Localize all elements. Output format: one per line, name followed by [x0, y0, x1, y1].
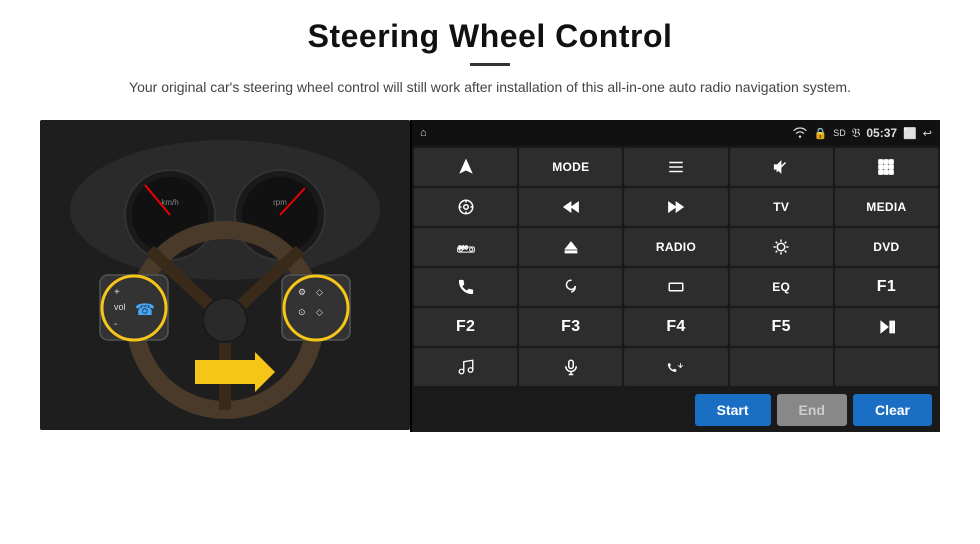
steering-wheel-svg: km/h rpm + v — [40, 120, 410, 430]
apps-button[interactable] — [835, 148, 938, 186]
svg-text:+: + — [114, 287, 120, 298]
page-container: Steering Wheel Control Your original car… — [0, 0, 980, 544]
eject-button[interactable] — [519, 228, 622, 266]
bluetooth-icon: 𝔅 — [852, 126, 861, 141]
music-button[interactable] — [414, 348, 517, 386]
phone-sound-button[interactable] — [624, 348, 727, 386]
svg-text:☎: ☎ — [135, 302, 155, 319]
svg-text:-: - — [114, 319, 117, 330]
title-section: Steering Wheel Control Your original car… — [129, 18, 851, 98]
f3-button[interactable]: F3 — [519, 308, 622, 346]
settings-button[interactable] — [414, 188, 517, 226]
extra-btn-5[interactable] — [835, 348, 938, 386]
microphone-button[interactable] — [519, 348, 622, 386]
sd-icon: SD — [833, 128, 846, 138]
svg-text:vol: vol — [114, 302, 126, 312]
nav-button[interactable] — [414, 148, 517, 186]
wifi-icon — [793, 126, 807, 141]
phone-button[interactable] — [414, 268, 517, 306]
svg-text:◇: ◇ — [316, 287, 323, 297]
svg-text:rpm: rpm — [273, 198, 287, 207]
tv-button[interactable]: TV — [730, 188, 833, 226]
steering-wheel-image: km/h rpm + v — [40, 120, 410, 430]
svg-text:◇: ◇ — [316, 307, 323, 317]
content-area: km/h rpm + v — [40, 120, 940, 432]
lock-icon: 🔒 — [813, 127, 827, 140]
f1-button[interactable]: F1 — [835, 268, 938, 306]
mode-button[interactable]: MODE — [519, 148, 622, 186]
f5-button[interactable]: F5 — [730, 308, 833, 346]
page-title: Steering Wheel Control — [129, 18, 851, 55]
svg-text:km/h: km/h — [161, 198, 178, 207]
status-time: 05:37 — [866, 126, 897, 140]
status-bar-right: 🔒 SD 𝔅 05:37 ⬜ ↩ — [793, 126, 932, 141]
button-grid: MODE — [412, 146, 940, 388]
start-button[interactable]: Start — [695, 394, 771, 426]
title-divider — [470, 63, 510, 66]
android-panel: ⌂ 🔒 SD 𝔅 05:37 ⬜ ↩ — [410, 120, 940, 432]
svg-text:⊙: ⊙ — [298, 307, 306, 317]
clear-button[interactable]: Clear — [853, 394, 932, 426]
play-pause-button[interactable] — [835, 308, 938, 346]
swirl-button[interactable] — [519, 268, 622, 306]
home-icon: ⌂ — [420, 127, 427, 139]
end-button[interactable]: End — [777, 394, 847, 426]
mute-button[interactable] — [730, 148, 833, 186]
f4-button[interactable]: F4 — [624, 308, 727, 346]
page-subtitle: Your original car's steering wheel contr… — [129, 76, 851, 98]
fast-forward-button[interactable] — [624, 188, 727, 226]
cast-icon: ⬜ — [903, 127, 917, 140]
svg-text:⚙: ⚙ — [298, 287, 306, 297]
media-button[interactable]: MEDIA — [835, 188, 938, 226]
radio-button[interactable]: RADIO — [624, 228, 727, 266]
f2-button[interactable]: F2 — [414, 308, 517, 346]
list-button[interactable] — [624, 148, 727, 186]
eq-button[interactable]: EQ — [730, 268, 833, 306]
rectangle-button[interactable] — [624, 268, 727, 306]
brightness-button[interactable] — [730, 228, 833, 266]
car-360-button[interactable]: 360 — [414, 228, 517, 266]
action-bar: Start End Clear — [412, 388, 940, 432]
status-bar: ⌂ 🔒 SD 𝔅 05:37 ⬜ ↩ — [412, 120, 940, 146]
rewind-button[interactable] — [519, 188, 622, 226]
back-icon: ↩ — [923, 127, 932, 140]
dvd-button[interactable]: DVD — [835, 228, 938, 266]
status-bar-left: ⌂ — [420, 127, 427, 139]
extra-btn-4[interactable] — [730, 348, 833, 386]
